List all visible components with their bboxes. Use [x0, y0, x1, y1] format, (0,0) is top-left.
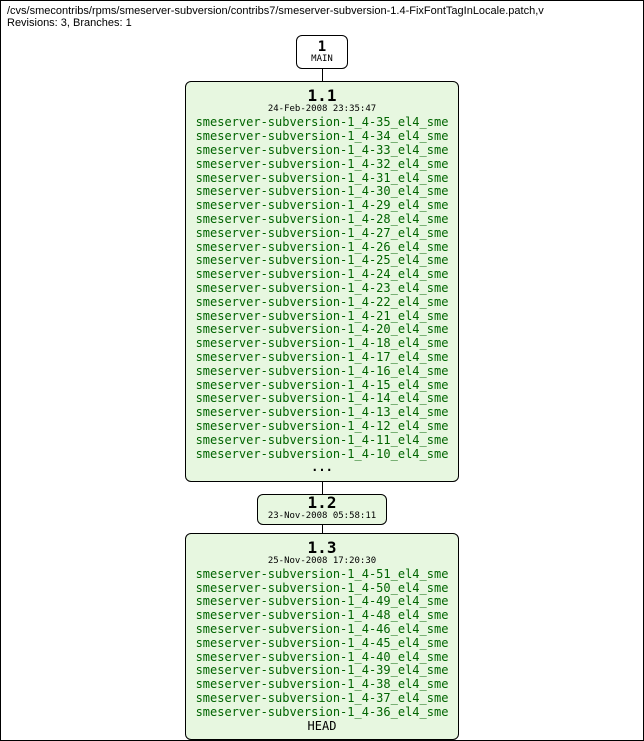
tag-line: smeserver-subversion-1_4-48_el4_sme	[196, 609, 449, 623]
tag-line: smeserver-subversion-1_4-31_el4_sme	[196, 172, 449, 186]
tag-line: smeserver-subversion-1_4-50_el4_sme	[196, 582, 449, 596]
tag-line: smeserver-subversion-1_4-35_el4_sme	[196, 116, 449, 130]
tag-line: smeserver-subversion-1_4-22_el4_sme	[196, 296, 449, 310]
head-label: HEAD	[196, 720, 449, 734]
tag-line: smeserver-subversion-1_4-40_el4_sme	[196, 651, 449, 665]
tag-line: smeserver-subversion-1_4-46_el4_sme	[196, 623, 449, 637]
page: /cvs/smecontribs/rpms/smeserver-subversi…	[0, 0, 644, 741]
revision-number: 1.1	[196, 88, 449, 104]
tag-line: smeserver-subversion-1_4-51_el4_sme	[196, 568, 449, 582]
connector	[322, 69, 323, 81]
tag-line: smeserver-subversion-1_4-25_el4_sme	[196, 254, 449, 268]
branch-box-main[interactable]: 1 MAIN	[296, 35, 348, 69]
tag-line: smeserver-subversion-1_4-45_el4_sme	[196, 637, 449, 651]
tag-line: smeserver-subversion-1_4-21_el4_sme	[196, 310, 449, 324]
tag-line: smeserver-subversion-1_4-20_el4_sme	[196, 323, 449, 337]
revision-box-1.1[interactable]: 1.1 24-Feb-2008 23:35:47 smeserver-subve…	[185, 81, 460, 482]
branch-number: 1	[311, 40, 333, 55]
revision-number: 1.2	[268, 495, 376, 511]
tag-line: smeserver-subversion-1_4-16_el4_sme	[196, 365, 449, 379]
revision-graph: 1 MAIN 1.1 24-Feb-2008 23:35:47 smeserve…	[1, 31, 643, 740]
tag-line: smeserver-subversion-1_4-10_el4_sme	[196, 448, 449, 462]
tag-line: smeserver-subversion-1_4-17_el4_sme	[196, 351, 449, 365]
tag-line: smeserver-subversion-1_4-26_el4_sme	[196, 241, 449, 255]
revision-number: 1.3	[196, 540, 449, 556]
revision-date: 25-Nov-2008 17:20:30	[196, 556, 449, 566]
tag-line: smeserver-subversion-1_4-30_el4_sme	[196, 185, 449, 199]
connector	[322, 525, 323, 533]
revisions-summary: Revisions: 3, Branches: 1	[7, 17, 637, 29]
tag-line: smeserver-subversion-1_4-34_el4_sme	[196, 130, 449, 144]
tag-line: smeserver-subversion-1_4-36_el4_sme	[196, 706, 449, 720]
tag-line: smeserver-subversion-1_4-32_el4_sme	[196, 158, 449, 172]
tag-line: smeserver-subversion-1_4-18_el4_sme	[196, 337, 449, 351]
tag-line: smeserver-subversion-1_4-33_el4_sme	[196, 144, 449, 158]
tag-line: smeserver-subversion-1_4-13_el4_sme	[196, 406, 449, 420]
tag-line: smeserver-subversion-1_4-39_el4_sme	[196, 664, 449, 678]
branch-name: MAIN	[311, 55, 333, 64]
tag-line: smeserver-subversion-1_4-11_el4_sme	[196, 434, 449, 448]
revision-box-1.3[interactable]: 1.3 25-Nov-2008 17:20:30 smeserver-subve…	[185, 533, 460, 741]
revision-box-1.2[interactable]: 1.2 23-Nov-2008 05:58:11	[257, 494, 387, 524]
tag-line: smeserver-subversion-1_4-14_el4_sme	[196, 392, 449, 406]
tag-line: smeserver-subversion-1_4-12_el4_sme	[196, 420, 449, 434]
ellipsis: ...	[196, 461, 449, 475]
revision-date: 24-Feb-2008 23:35:47	[196, 104, 449, 114]
graph-column: 1 MAIN 1.1 24-Feb-2008 23:35:47 smeserve…	[1, 31, 643, 740]
tag-line: smeserver-subversion-1_4-49_el4_sme	[196, 595, 449, 609]
tag-line: smeserver-subversion-1_4-27_el4_sme	[196, 227, 449, 241]
tag-line: smeserver-subversion-1_4-15_el4_sme	[196, 379, 449, 393]
tag-line: smeserver-subversion-1_4-37_el4_sme	[196, 692, 449, 706]
tag-line: smeserver-subversion-1_4-29_el4_sme	[196, 199, 449, 213]
tag-line: smeserver-subversion-1_4-38_el4_sme	[196, 678, 449, 692]
tag-line: smeserver-subversion-1_4-23_el4_sme	[196, 282, 449, 296]
revision-date: 23-Nov-2008 05:58:11	[268, 511, 376, 521]
tag-line: smeserver-subversion-1_4-28_el4_sme	[196, 213, 449, 227]
header: /cvs/smecontribs/rpms/smeserver-subversi…	[1, 1, 643, 31]
repository-path: /cvs/smecontribs/rpms/smeserver-subversi…	[7, 5, 637, 17]
tag-line: smeserver-subversion-1_4-24_el4_sme	[196, 268, 449, 282]
